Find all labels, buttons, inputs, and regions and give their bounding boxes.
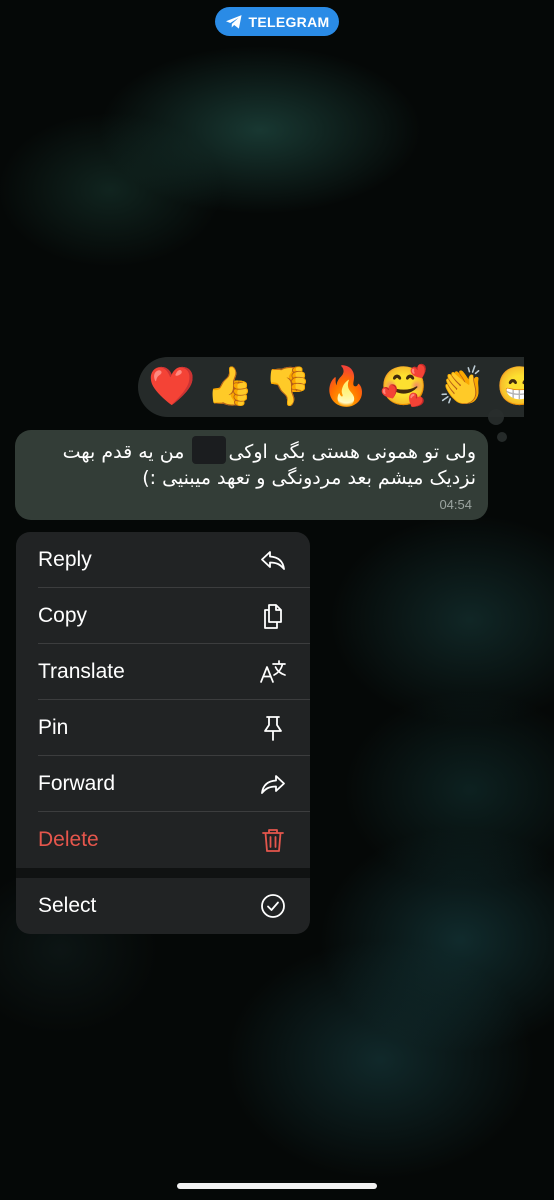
reaction-grin[interactable]: 😁 <box>496 368 524 406</box>
telegram-plane-icon <box>225 14 242 29</box>
menu-item-select[interactable]: Select <box>16 878 310 934</box>
reaction-clap[interactable]: 👏 <box>438 368 485 406</box>
menu-item-label: Select <box>38 894 97 917</box>
reaction-thumbs-down[interactable]: 👎 <box>264 368 311 406</box>
menu-separator <box>16 868 310 878</box>
menu-item-label: Translate <box>38 660 125 683</box>
redacted-emoji <box>192 436 227 464</box>
pin-icon <box>264 716 282 741</box>
message-bubble[interactable]: ولی تو همونی هستی بگی اوکی من یه قدم بهت… <box>15 430 488 520</box>
reaction-bar: ❤️ 👍 👎 🔥 🥰 👏 😁 <box>138 357 524 417</box>
copy-icon <box>264 604 282 629</box>
message-text: ولی تو همونی هستی بگی اوکی من یه قدم بهت… <box>27 436 476 491</box>
menu-item-label: Copy <box>38 604 88 627</box>
menu-item-label: Forward <box>38 772 116 795</box>
reaction-fire[interactable]: 🔥 <box>322 368 369 406</box>
menu-item-translate[interactable]: Translate <box>16 644 310 700</box>
menu-item-pin[interactable]: Pin <box>16 700 310 756</box>
reaction-thumbs-up[interactable]: 👍 <box>206 368 253 406</box>
menu-item-forward[interactable]: Forward <box>16 756 310 812</box>
context-menu: Reply Copy Translate Pin Forward Delete <box>16 532 310 934</box>
menu-item-label: Pin <box>38 716 69 739</box>
home-indicator[interactable] <box>177 1183 377 1189</box>
checkmark-circle-icon <box>261 894 285 918</box>
reaction-smiling-hearts[interactable]: 🥰 <box>380 368 427 406</box>
message-line-1: ولی تو همونی هستی بگی اوکی من یه قدم بهت <box>27 436 476 465</box>
forward-icon <box>261 775 285 794</box>
menu-item-label: Reply <box>38 548 92 571</box>
trash-icon <box>262 829 284 852</box>
menu-item-reply[interactable]: Reply <box>16 532 310 588</box>
reply-icon <box>261 551 285 570</box>
reaction-bubble-dot <box>488 409 504 425</box>
reaction-bubble-dot-small <box>497 432 507 442</box>
menu-item-label: Delete <box>38 828 99 851</box>
message-line-2: نزدیک میشم بعد مردونگی و تعهد میبنیی :) <box>142 467 476 489</box>
message-timestamp: 04:54 <box>439 497 472 512</box>
menu-item-delete[interactable]: Delete <box>16 812 310 868</box>
menu-item-copy[interactable]: Copy <box>16 588 310 644</box>
reaction-heart[interactable]: ❤️ <box>148 368 195 406</box>
telegram-badge: TELEGRAM <box>215 7 339 36</box>
translate-icon <box>260 660 286 683</box>
badge-label: TELEGRAM <box>248 13 330 30</box>
